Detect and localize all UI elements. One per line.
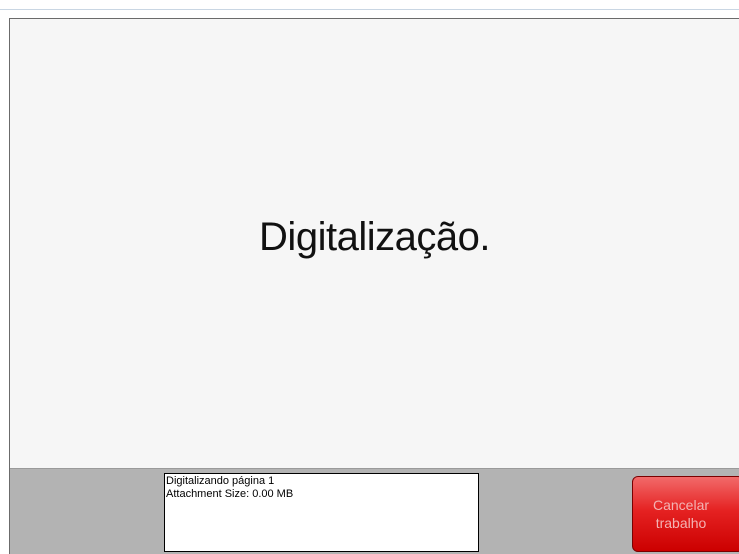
top-divider [0,9,739,10]
main-area: Digitalização. [10,19,739,468]
bottom-bar: Digitalizando página 1 Attachment Size: … [10,468,739,554]
cancel-button-label-line1: Cancelar [652,497,710,513]
cancel-job-button[interactable]: Cancelar trabalho [632,476,739,552]
cancel-button-label-line2: trabalho [655,515,707,531]
attachment-size-text: Attachment Size: 0.00 MB [166,488,294,500]
status-title: Digitalização. [259,215,490,259]
scan-progress-text: Digitalizando página 1 [166,475,275,487]
scan-screen: Digitalização. Digitalizando página 1 At… [9,18,739,554]
scan-info-box: Digitalizando página 1 Attachment Size: … [164,473,479,552]
